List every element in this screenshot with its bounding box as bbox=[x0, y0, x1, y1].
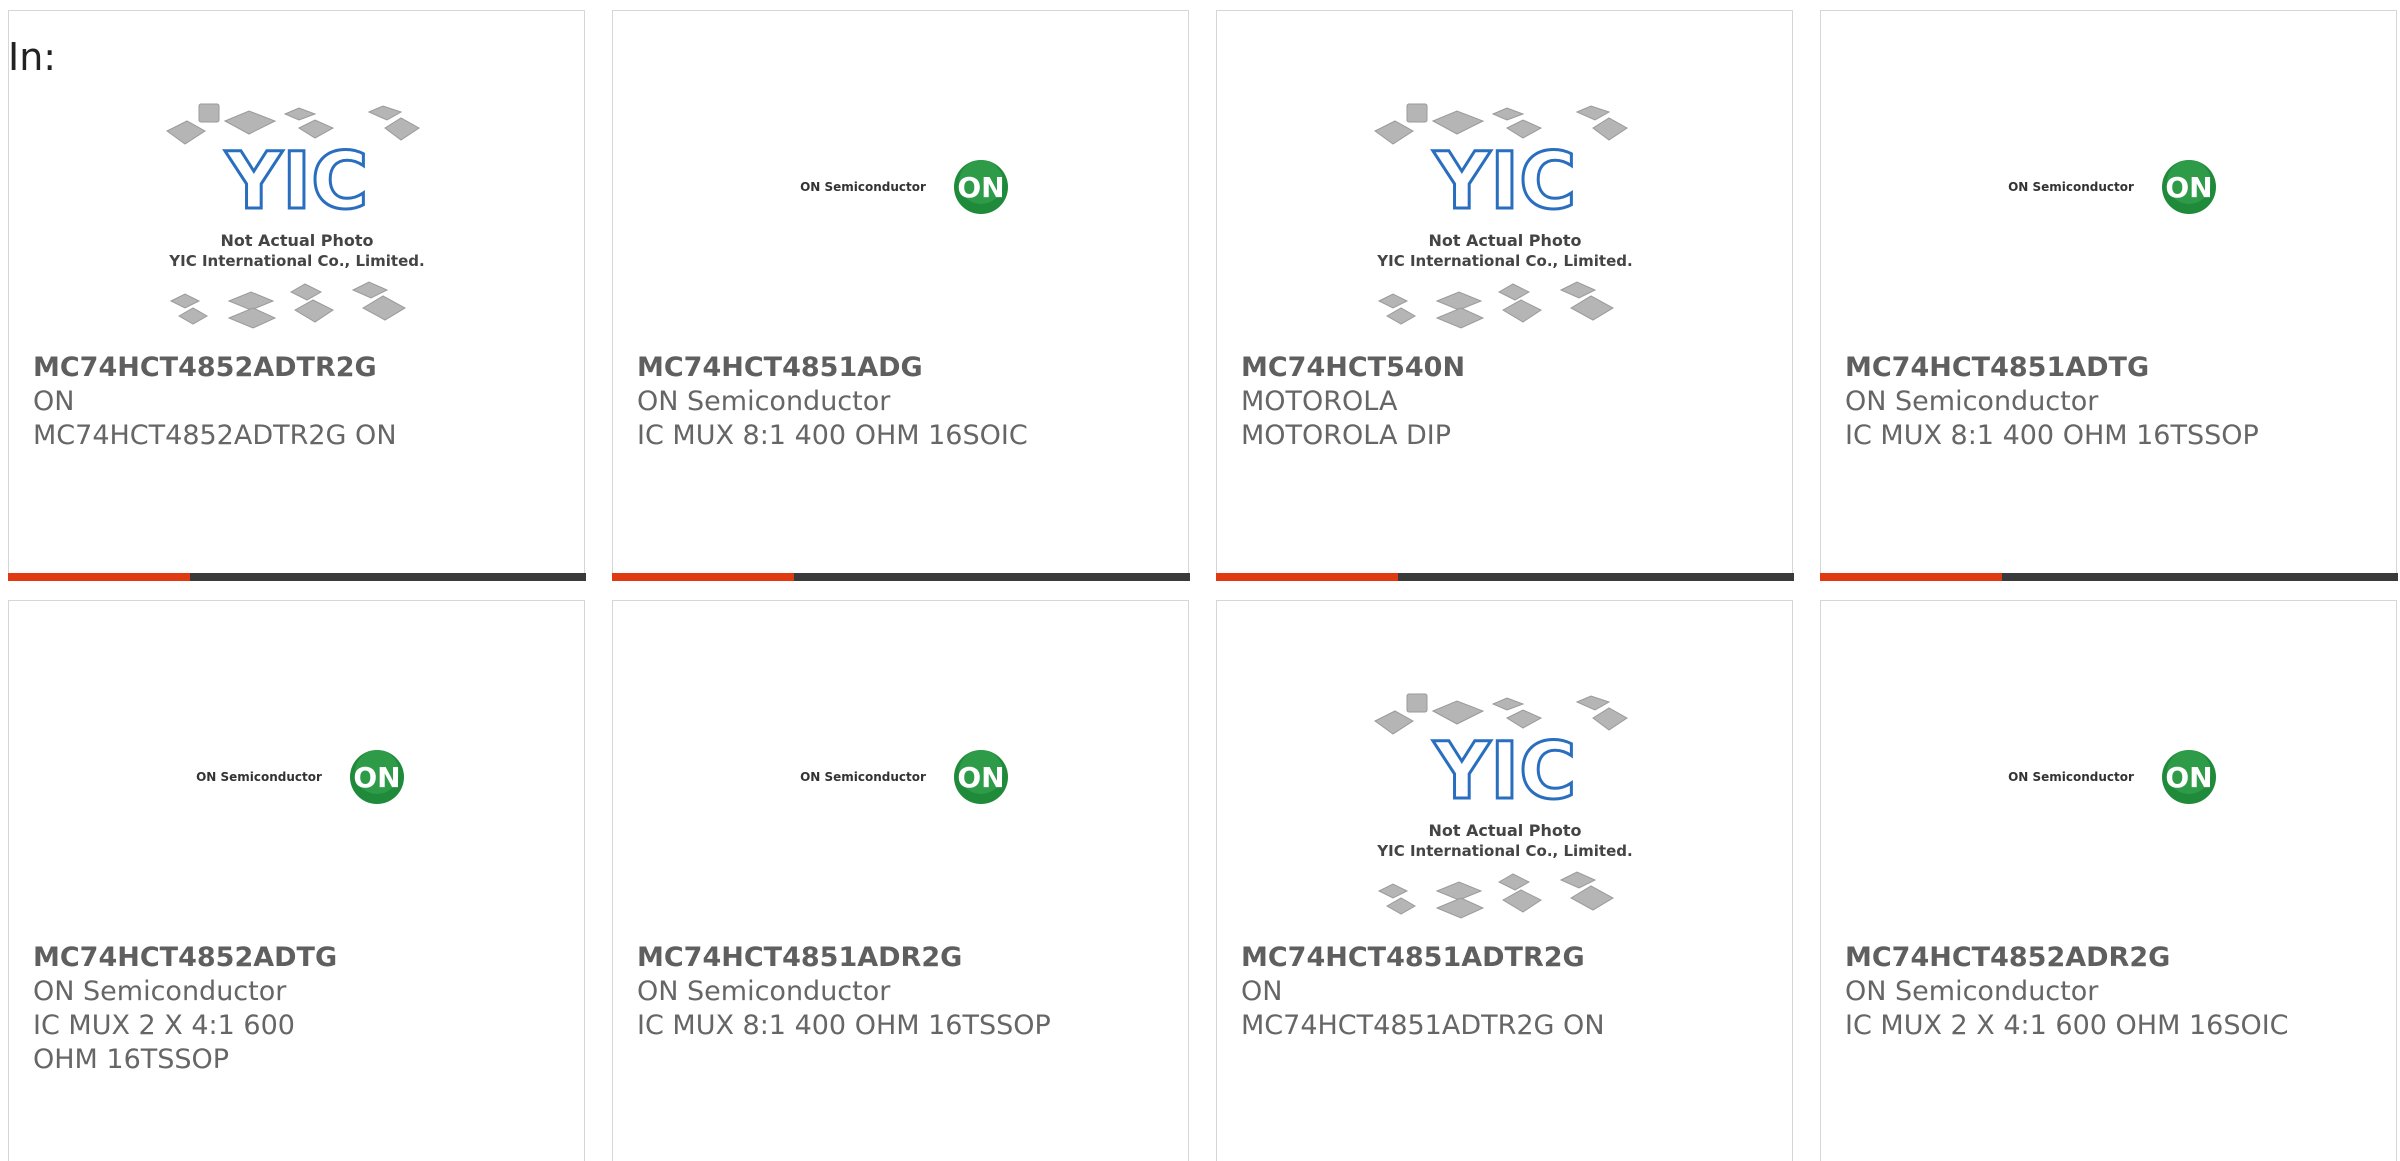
product-info: MC74HCT4852ADTG ON Semiconductor IC MUX … bbox=[33, 941, 564, 1077]
manufacturer: ON Semiconductor bbox=[1845, 386, 2099, 417]
card-accent-bar bbox=[1819, 572, 2398, 581]
yic-logo-text: YIC bbox=[1432, 137, 1576, 227]
product-image-yic-placeholder[interactable]: YIC Not Actual Photo YIC International C… bbox=[1217, 686, 1792, 936]
part-number[interactable]: MC74HCT4852ADTG bbox=[33, 941, 564, 975]
not-actual-photo-text: Not Actual Photo bbox=[220, 231, 373, 250]
product-card[interactable]: ON Semiconductor ON MC74HCT4852ADR2G ON … bbox=[1820, 600, 2397, 1161]
product-image-on-semi-logo[interactable]: ON Semiconductor ON bbox=[1821, 96, 2396, 346]
on-logo-badge-text: ON bbox=[957, 171, 1004, 204]
description: IC MUX 8:1 400 OHM 16TSSOP bbox=[1845, 420, 2259, 451]
manufacturer: ON Semiconductor bbox=[637, 386, 891, 417]
product-grid-page: In: YIC Not Actual Photo YIC Internation… bbox=[0, 0, 2400, 1161]
product-card[interactable]: YIC Not Actual Photo YIC International C… bbox=[1216, 600, 1793, 1161]
yic-logo-text: YIC bbox=[1432, 727, 1576, 817]
yic-company-text: YIC International Co., Limited. bbox=[168, 252, 424, 270]
description: MC74HCT4851ADTR2G ON bbox=[1241, 1010, 1605, 1041]
manufacturer: ON Semiconductor bbox=[1845, 976, 2099, 1007]
on-logo-badge-text: ON bbox=[957, 761, 1004, 794]
product-image-on-semi-logo[interactable]: ON Semiconductor ON bbox=[1821, 686, 2396, 936]
manufacturer: MOTOROLA bbox=[1241, 386, 1398, 417]
part-number[interactable]: MC74HCT4851ADTR2G bbox=[1241, 941, 1772, 975]
on-logo-badge-text: ON bbox=[2165, 761, 2212, 794]
product-card[interactable]: YIC Not Actual Photo YIC International C… bbox=[1215, 10, 1794, 581]
description: IC MUX 2 X 4:1 600 OHM 16TSSOP bbox=[33, 1010, 295, 1075]
product-card[interactable]: YIC Not Actual Photo YIC International C… bbox=[7, 10, 586, 581]
description: MC74HCT4852ADTR2G ON bbox=[33, 420, 397, 451]
on-semi-text: ON Semiconductor bbox=[196, 770, 322, 784]
on-semi-text: ON Semiconductor bbox=[2008, 770, 2134, 784]
not-actual-photo-text: Not Actual Photo bbox=[1428, 231, 1581, 250]
product-image-yic-placeholder[interactable]: YIC Not Actual Photo YIC International C… bbox=[9, 96, 584, 346]
description: IC MUX 8:1 400 OHM 16TSSOP bbox=[637, 1010, 1051, 1041]
part-number[interactable]: MC74HCT4851ADG bbox=[637, 351, 1168, 385]
part-number[interactable]: MC74HCT4851ADTG bbox=[1845, 351, 2376, 385]
card-accent-bar bbox=[1215, 572, 1794, 581]
yic-company-text: YIC International Co., Limited. bbox=[1376, 252, 1632, 270]
manufacturer: ON Semiconductor bbox=[33, 976, 287, 1007]
card-accent-bar bbox=[7, 572, 586, 581]
manufacturer: ON bbox=[1241, 976, 1283, 1007]
product-info: MC74HCT4851ADR2G ON Semiconductor IC MUX… bbox=[637, 941, 1168, 1043]
product-info: MC74HCT4852ADTR2G ON MC74HCT4852ADTR2G O… bbox=[33, 351, 564, 453]
on-semi-text: ON Semiconductor bbox=[800, 180, 926, 194]
yic-logo-text: YIC bbox=[224, 137, 368, 227]
product-image-on-semi-logo[interactable]: ON Semiconductor ON bbox=[9, 686, 584, 936]
on-semi-text: ON Semiconductor bbox=[800, 770, 926, 784]
product-card[interactable]: ON Semiconductor ON MC74HCT4851ADTG ON S… bbox=[1819, 10, 2398, 581]
on-logo-badge-text: ON bbox=[2165, 171, 2212, 204]
product-card[interactable]: ON Semiconductor ON MC74HCT4851ADG ON Se… bbox=[611, 10, 1190, 581]
product-info: MC74HCT4852ADR2G ON Semiconductor IC MUX… bbox=[1845, 941, 2376, 1043]
yic-company-text: YIC International Co., Limited. bbox=[1376, 842, 1632, 860]
manufacturer: ON bbox=[33, 386, 75, 417]
in-label: In: bbox=[8, 35, 57, 79]
product-info: MC74HCT540N MOTOROLA MOTOROLA DIP bbox=[1241, 351, 1772, 453]
card-accent-bar bbox=[611, 572, 1190, 581]
description: IC MUX 8:1 400 OHM 16SOIC bbox=[637, 420, 1028, 451]
not-actual-photo-text: Not Actual Photo bbox=[1428, 821, 1581, 840]
part-number[interactable]: MC74HCT4851ADR2G bbox=[637, 941, 1168, 975]
on-logo-badge-text: ON bbox=[353, 761, 400, 794]
product-image-yic-placeholder[interactable]: YIC Not Actual Photo YIC International C… bbox=[1217, 96, 1792, 346]
on-semi-text: ON Semiconductor bbox=[2008, 180, 2134, 194]
description: IC MUX 2 X 4:1 600 OHM 16SOIC bbox=[1845, 1010, 2289, 1041]
part-number[interactable]: MC74HCT540N bbox=[1241, 351, 1772, 385]
product-info: MC74HCT4851ADG ON Semiconductor IC MUX 8… bbox=[637, 351, 1168, 453]
description: MOTOROLA DIP bbox=[1241, 420, 1452, 451]
product-image-on-semi-logo[interactable]: ON Semiconductor ON bbox=[613, 96, 1188, 346]
part-number[interactable]: MC74HCT4852ADTR2G bbox=[33, 351, 564, 385]
product-card[interactable]: ON Semiconductor ON MC74HCT4852ADTG ON S… bbox=[8, 600, 585, 1161]
part-number[interactable]: MC74HCT4852ADR2G bbox=[1845, 941, 2376, 975]
product-info: MC74HCT4851ADTG ON Semiconductor IC MUX … bbox=[1845, 351, 2376, 453]
product-image-on-semi-logo[interactable]: ON Semiconductor ON bbox=[613, 686, 1188, 936]
product-info: MC74HCT4851ADTR2G ON MC74HCT4851ADTR2G O… bbox=[1241, 941, 1772, 1043]
manufacturer: ON Semiconductor bbox=[637, 976, 891, 1007]
product-card[interactable]: ON Semiconductor ON MC74HCT4851ADR2G ON … bbox=[612, 600, 1189, 1161]
